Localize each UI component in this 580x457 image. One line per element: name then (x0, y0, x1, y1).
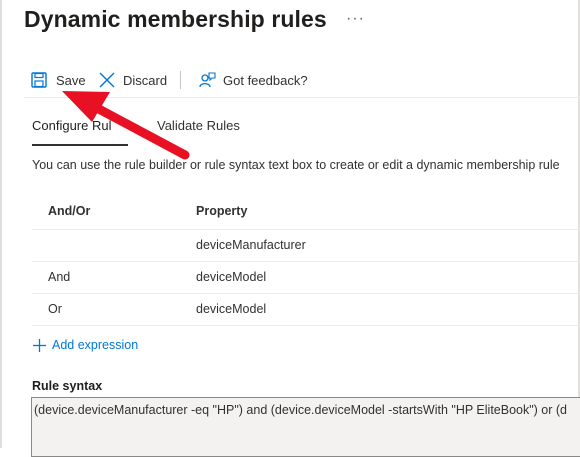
left-panel-border (0, 0, 2, 448)
table-row[interactable]: deviceManufacturer (32, 229, 580, 262)
discard-button[interactable]: Discard (98, 66, 167, 94)
save-button[interactable]: Save (30, 66, 86, 94)
rule-syntax-label: Rule syntax (32, 379, 103, 393)
feedback-label: Got feedback? (223, 72, 308, 88)
column-header-and-or: And/Or (48, 204, 91, 218)
and-or-cell: Or (48, 302, 62, 316)
close-icon (99, 72, 115, 88)
table-bottom-border (32, 325, 580, 326)
toolbar-divider (24, 97, 580, 98)
feedback-icon (199, 72, 216, 88)
tab-configure-rules[interactable]: Configure Rul (32, 118, 112, 133)
feedback-button[interactable]: Got feedback? (198, 66, 308, 94)
selected-tab-indicator (32, 144, 128, 146)
tab-validate-rules[interactable]: Validate Rules (157, 118, 240, 133)
table-row[interactable]: And deviceModel (32, 261, 580, 294)
discard-label: Discard (123, 72, 168, 88)
save-label: Save (56, 72, 86, 88)
command-bar: Save Discard Got feedback? (24, 66, 580, 94)
plus-icon (33, 338, 46, 352)
rules-description: You can use the rule builder or rule syn… (32, 158, 560, 172)
more-options-icon[interactable]: ··· (346, 10, 365, 28)
add-expression-button[interactable]: Add expression (32, 336, 138, 354)
save-icon (31, 72, 47, 88)
property-cell: deviceModel (196, 270, 267, 284)
page-title: Dynamic membership rules (24, 6, 327, 32)
toolbar-separator (180, 71, 181, 89)
rule-syntax-textbox[interactable]: (device.deviceManufacturer -eq "HP") and… (31, 397, 580, 457)
table-row[interactable]: Or deviceModel (32, 293, 580, 326)
add-expression-label: Add expression (52, 338, 139, 352)
property-cell: deviceModel (196, 302, 267, 316)
column-header-property: Property (196, 204, 248, 218)
property-cell: deviceManufacturer (196, 238, 306, 252)
and-or-cell: And (48, 270, 71, 284)
